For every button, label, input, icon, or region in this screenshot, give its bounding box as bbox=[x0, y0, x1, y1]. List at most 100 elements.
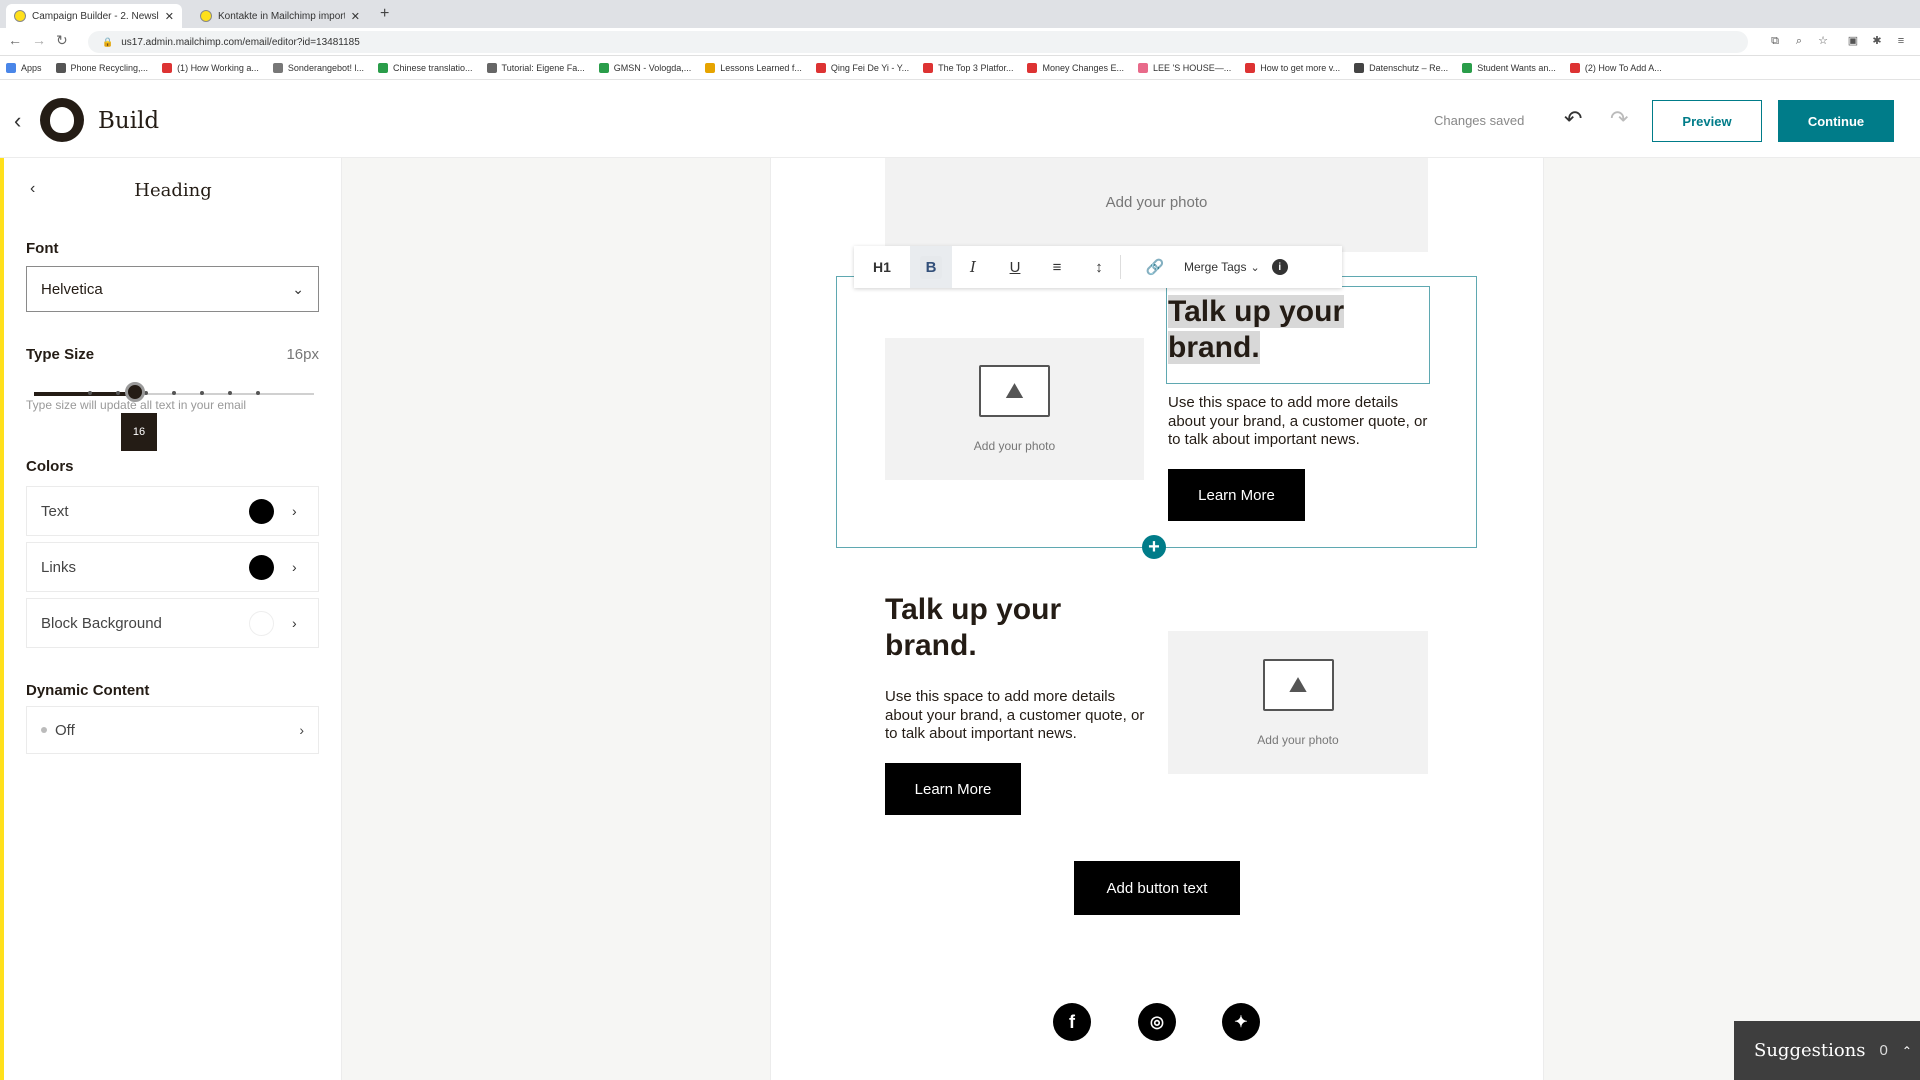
bookmark-apps[interactable]: Apps bbox=[6, 62, 42, 73]
bookmark-item[interactable]: Datenschutz – Re... bbox=[1354, 62, 1448, 73]
facebook-icon[interactable]: f bbox=[1053, 1003, 1091, 1041]
bookmark-item[interactable]: Lessons Learned f... bbox=[705, 62, 802, 73]
close-tab-icon[interactable]: ✕ bbox=[165, 10, 174, 23]
color-swatch bbox=[249, 610, 274, 636]
block-heading[interactable]: Talk up your brand. bbox=[885, 592, 1125, 664]
bookmark-item[interactable]: Sonderangebot! l... bbox=[272, 62, 364, 73]
instagram-icon[interactable]: ◎ bbox=[1138, 1003, 1176, 1041]
bookmark-item[interactable]: The Top 3 Platfor... bbox=[923, 62, 1013, 73]
back-arrow-icon[interactable]: ← bbox=[8, 32, 22, 48]
photo-placeholder-top[interactable]: Add your photo bbox=[885, 158, 1428, 252]
learn-more-button[interactable]: Learn More bbox=[885, 763, 1021, 815]
zoom-icon[interactable]: ⌕ bbox=[1792, 34, 1806, 48]
type-size-value: 16px bbox=[286, 346, 319, 363]
bookmark-item[interactable]: LEE 'S HOUSE—... bbox=[1138, 62, 1232, 73]
suggestions-panel-toggle[interactable]: Suggestions 0 ⌃ bbox=[1734, 1021, 1920, 1080]
url-field[interactable]: 🔒 us17.admin.mailchimp.com/email/editor?… bbox=[88, 31, 1748, 53]
apps-grid-icon bbox=[6, 62, 16, 73]
merge-tags-dropdown[interactable]: Merge Tags ⌄ bbox=[1176, 246, 1268, 288]
slider-tooltip: 16 bbox=[121, 413, 157, 451]
bookmark-label: How to get more v... bbox=[1260, 62, 1341, 73]
dynamic-content-row[interactable]: Off › bbox=[26, 706, 319, 754]
translate-icon[interactable]: ⧉ bbox=[1768, 34, 1782, 48]
align-icon[interactable]: ≡ bbox=[1036, 246, 1078, 288]
forward-arrow-icon[interactable]: → bbox=[32, 32, 46, 48]
bookmark-label: Sonderangebot! l... bbox=[287, 62, 364, 73]
bookmark-item[interactable]: Tutorial: Eigene Fa... bbox=[486, 62, 585, 73]
underline-button[interactable]: U bbox=[994, 246, 1036, 288]
color-row-text[interactable]: Text › bbox=[26, 486, 319, 536]
slider-tick bbox=[228, 391, 232, 395]
chevron-down-icon: ⌄ bbox=[1250, 261, 1260, 274]
bookmark-favicon-icon bbox=[272, 62, 283, 73]
twitter-icon[interactable]: ✦ bbox=[1222, 1003, 1260, 1041]
star-icon[interactable]: ☆ bbox=[1816, 34, 1830, 48]
lock-icon: 🔒 bbox=[102, 36, 114, 47]
link-icon[interactable]: 🔗 bbox=[1134, 246, 1176, 288]
youtube-icon bbox=[1245, 62, 1256, 73]
extensions-icon[interactable]: ✱ bbox=[1870, 34, 1884, 48]
save-status: Changes saved bbox=[1434, 113, 1525, 128]
bookmark-item[interactable]: Money Changes E... bbox=[1027, 62, 1124, 73]
bookmark-item[interactable]: (1) How Working a... bbox=[162, 62, 259, 73]
color-row-links[interactable]: Links › bbox=[26, 542, 319, 592]
browser-tab-kontakte[interactable]: Kontakte in Mailchimp importi ✕ bbox=[192, 4, 368, 28]
youtube-icon bbox=[1569, 62, 1580, 73]
photo-placeholder[interactable]: ⛰ Add your photo bbox=[1168, 631, 1428, 774]
photo-placeholder[interactable]: ⛰ Add your photo bbox=[885, 338, 1144, 480]
bookmark-label: Tutorial: Eigene Fa... bbox=[501, 62, 585, 73]
chevron-right-icon: › bbox=[299, 722, 304, 738]
undo-icon[interactable]: ↶ bbox=[1564, 106, 1582, 132]
add-block-plus-icon[interactable]: + bbox=[1142, 535, 1166, 559]
bold-button[interactable]: B bbox=[910, 246, 952, 288]
color-row-label: Links bbox=[41, 558, 77, 576]
block-body-text[interactable]: Use this space to add more details about… bbox=[885, 688, 1155, 744]
chevron-right-icon: › bbox=[292, 615, 297, 631]
bookmark-item[interactable]: Chinese translatio... bbox=[377, 62, 473, 73]
redo-icon[interactable]: ↷ bbox=[1610, 106, 1628, 132]
type-size-slider[interactable] bbox=[34, 380, 314, 410]
mailchimp-logo[interactable] bbox=[40, 98, 84, 142]
reload-icon[interactable]: ↻ bbox=[56, 32, 68, 49]
learn-more-button[interactable]: Learn More bbox=[1168, 469, 1305, 521]
suggestions-count: 0 bbox=[1879, 1042, 1888, 1059]
slider-tick bbox=[200, 391, 204, 395]
bookmark-item[interactable]: How to get more v... bbox=[1245, 62, 1341, 73]
font-select[interactable]: Helvetica ⌄ bbox=[26, 266, 319, 312]
new-tab-icon[interactable]: + bbox=[380, 5, 389, 23]
browser-tab-campaign-builder[interactable]: Campaign Builder - 2. Newsle ✕ bbox=[6, 4, 182, 28]
type-size-label: Type Size bbox=[26, 346, 95, 363]
bookmark-item[interactable]: Student Wants an... bbox=[1462, 62, 1556, 73]
heading-level-button[interactable]: H1 bbox=[854, 246, 910, 288]
youtube-icon bbox=[815, 62, 826, 73]
bookmark-favicon-icon bbox=[377, 62, 388, 73]
facebook-extension-icon[interactable]: ▣ bbox=[1846, 34, 1860, 48]
info-icon[interactable]: i bbox=[1271, 259, 1288, 275]
rich-text-toolbar: H1 B I U ≡ ↕ 🔗 Merge Tags ⌄ i bbox=[854, 246, 1342, 288]
image-placeholder-icon: ⛰ bbox=[979, 365, 1050, 417]
toolbar-divider bbox=[1120, 255, 1134, 279]
back-chevron-icon[interactable]: ‹ bbox=[14, 108, 21, 134]
continue-button[interactable]: Continue bbox=[1778, 100, 1894, 142]
block-heading[interactable]: Talk up your brand. bbox=[1168, 294, 1408, 366]
slider-handle[interactable] bbox=[125, 382, 145, 402]
bookmark-item[interactable]: GMSN - Vologda,... bbox=[598, 62, 691, 73]
bookmark-item[interactable]: Phone Recycling,... bbox=[55, 62, 148, 73]
bookmark-item[interactable]: Qing Fei De Yi - Y... bbox=[815, 62, 909, 73]
line-height-icon[interactable]: ↕ bbox=[1078, 246, 1120, 288]
preview-button[interactable]: Preview bbox=[1652, 100, 1762, 142]
photo-placeholder-label: Add your photo bbox=[1105, 193, 1208, 211]
chevron-down-icon: ⌄ bbox=[292, 280, 304, 297]
slider-tick bbox=[116, 391, 120, 395]
color-row-block-background[interactable]: Block Background › bbox=[26, 598, 319, 648]
close-tab-icon[interactable]: ✕ bbox=[351, 10, 360, 23]
bookmark-item[interactable]: (2) How To Add A... bbox=[1569, 62, 1662, 73]
color-swatch bbox=[249, 554, 274, 580]
block-body-text[interactable]: Use this space to add more details about… bbox=[1168, 394, 1438, 450]
browser-tab-bar: Campaign Builder - 2. Newsle ✕ Kontakte … bbox=[0, 0, 1920, 28]
reading-list-icon[interactable]: ≡ bbox=[1894, 34, 1908, 48]
image-placeholder-icon: ⛰ bbox=[1262, 658, 1334, 711]
bookmark-label: LEE 'S HOUSE—... bbox=[1153, 62, 1232, 73]
add-button-text-button[interactable]: Add button text bbox=[1074, 861, 1240, 915]
italic-button[interactable]: I bbox=[952, 246, 994, 288]
